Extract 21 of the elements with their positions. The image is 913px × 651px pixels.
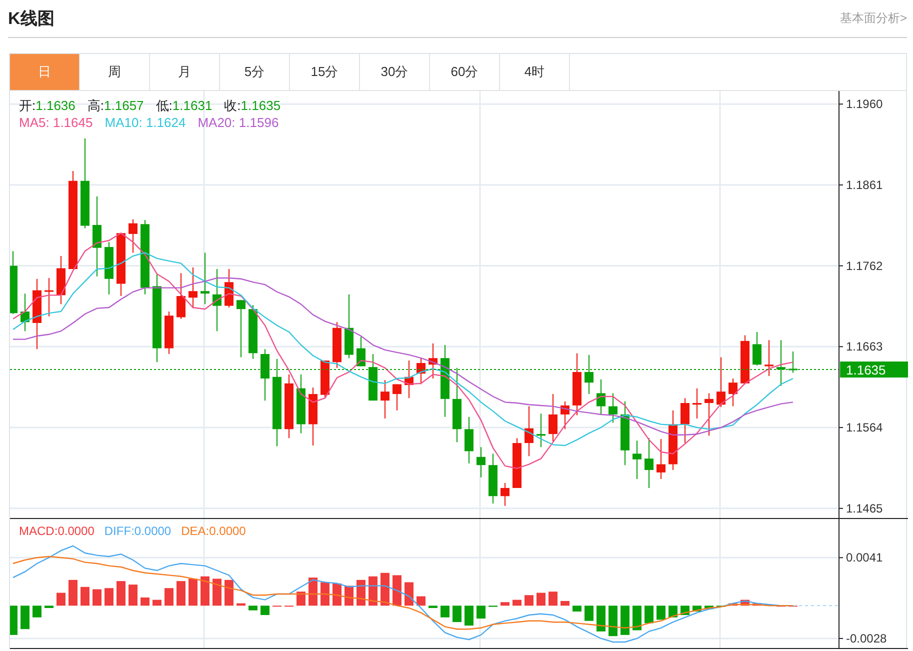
macd-reading: DEA:0.0000 bbox=[181, 524, 246, 538]
price-label: 1.1564 bbox=[846, 420, 883, 435]
ref-line-label: 1.1635 bbox=[846, 362, 886, 378]
value-label: -0.0028 bbox=[846, 631, 887, 646]
ohlc-reading: 开:1.1636 bbox=[19, 97, 76, 115]
macd-reading: DIFF:0.0000 bbox=[104, 524, 172, 538]
ohlc-reading: 高:1.1657 bbox=[87, 97, 144, 115]
current-price-tag: 1.1635 bbox=[840, 362, 908, 378]
price-label: 1.1960 bbox=[846, 97, 883, 112]
macd-reading: MACD:0.0000 bbox=[19, 524, 94, 538]
ohlc-reading: 收:1.1635 bbox=[224, 97, 281, 115]
price-label: 1.1861 bbox=[846, 178, 883, 192]
price-label: 1.1465 bbox=[846, 501, 883, 516]
moving-average-reading: MA20: 1.1596 bbox=[198, 115, 279, 130]
moving-average-reading: MA10: 1.1624 bbox=[104, 115, 186, 130]
price-label: 1.1762 bbox=[846, 258, 883, 273]
page-title: K线图 bbox=[8, 8, 54, 30]
value-label: 0.0041 bbox=[846, 550, 883, 565]
price-label: 1.1663 bbox=[846, 340, 883, 354]
moving-average-reading: MA5: 1.1645 bbox=[19, 115, 93, 130]
ohlc-reading: 低:1.1631 bbox=[156, 97, 212, 115]
